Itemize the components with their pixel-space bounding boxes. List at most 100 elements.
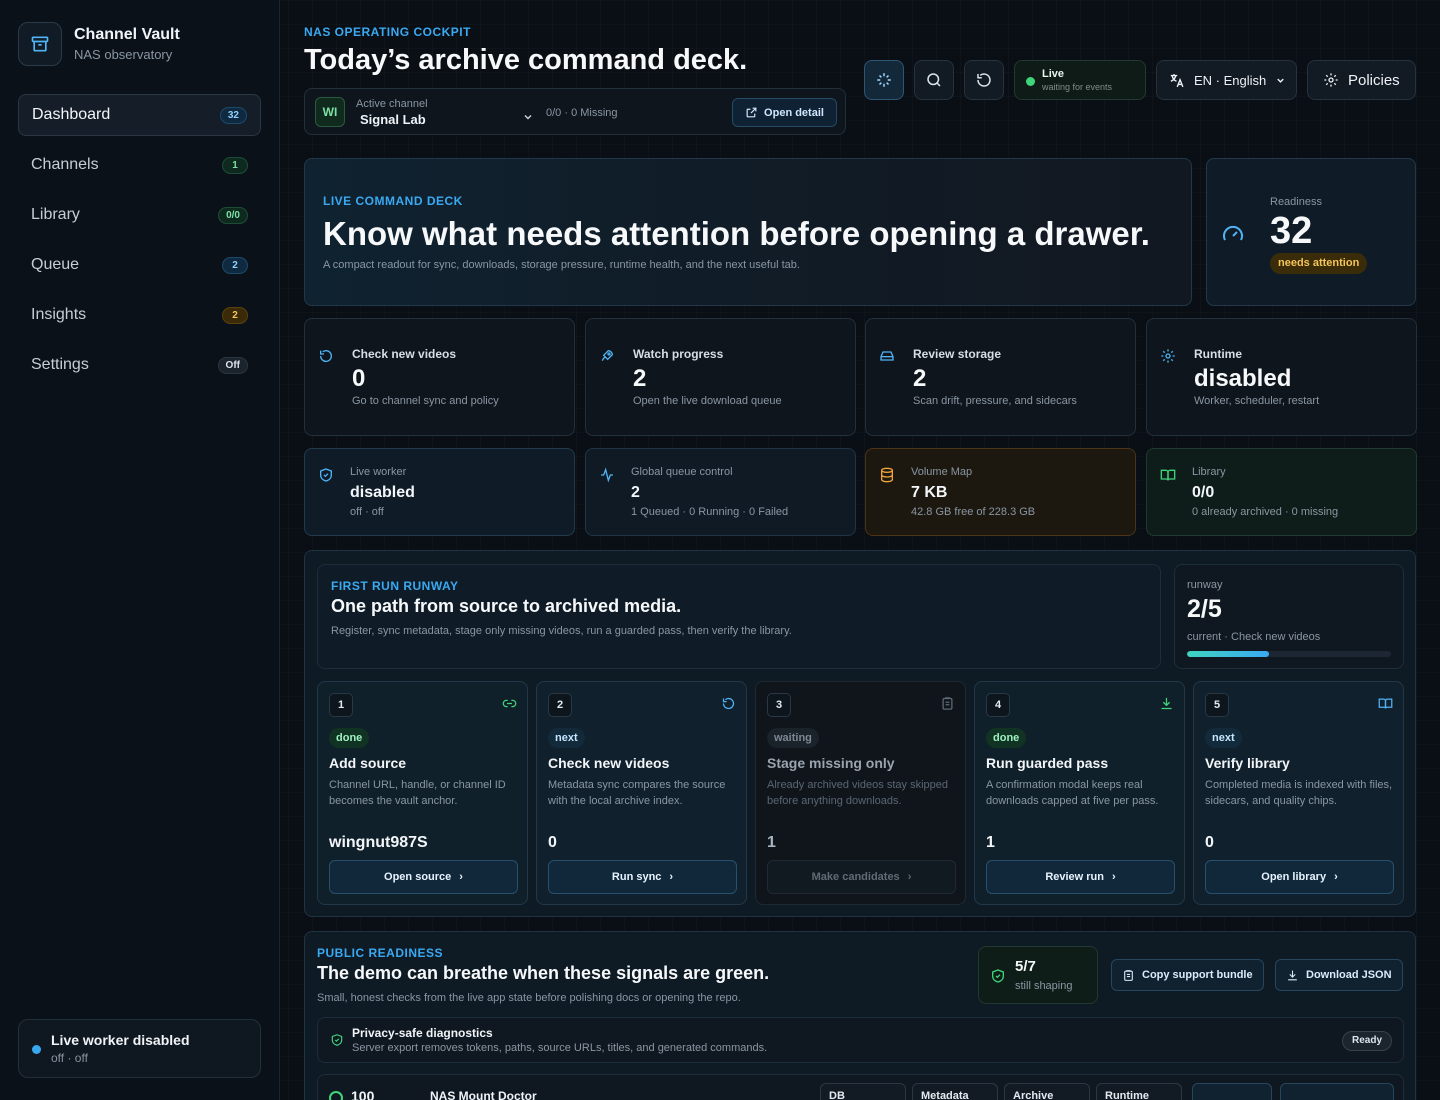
open-source-button[interactable]: Open source ›	[329, 860, 518, 894]
runway-step-check-new-videos: 2 next Check new videos Metadata sync co…	[536, 681, 747, 905]
brand: Channel Vault NAS observatory	[18, 22, 180, 66]
step-title: Verify library	[1205, 755, 1290, 771]
count-badge: 1	[222, 156, 248, 174]
doctor-action-button[interactable]	[1280, 1083, 1394, 1100]
mini-value: disabled	[350, 484, 415, 501]
step-status-badge: waiting	[767, 728, 819, 748]
step-status-badge: done	[329, 728, 370, 748]
runway-step-stage-missing: 3 waiting Stage missing only Already arc…	[755, 681, 966, 905]
chevron-right-icon: ›	[1112, 871, 1116, 883]
open-detail-button[interactable]: Open detail	[732, 98, 837, 127]
count-badge: 32	[219, 106, 247, 124]
policies-button[interactable]: Policies	[1307, 60, 1416, 100]
refresh-button[interactable]	[964, 60, 1004, 100]
channel-avatar: WI	[315, 97, 345, 127]
sidebar-item-insights[interactable]: Insights 2	[18, 294, 261, 336]
translate-icon	[1170, 73, 1184, 87]
step-value: 0	[548, 834, 557, 851]
runway-meter: runway 2/5 current · Check new videos	[1174, 564, 1404, 669]
page-title: Today’s archive command deck.	[304, 44, 748, 76]
mini-card-global-queue[interactable]: Global queue control 2 1 Queued · 0 Runn…	[585, 448, 856, 536]
sidebar-item-dashboard[interactable]: Dashboard 32	[18, 94, 261, 136]
step-status-badge: next	[1205, 728, 1242, 748]
public-subtitle: Small, honest checks from the live app s…	[317, 992, 741, 1004]
hero-subtitle: A compact readout for sync, downloads, s…	[323, 259, 800, 271]
chevron-right-icon: ›	[459, 871, 463, 883]
stat-card-review-storage[interactable]: Review storage 2 Scan drift, pressure, a…	[865, 318, 1136, 436]
rocket-icon	[599, 348, 615, 369]
hero-title: Know what needs attention before opening…	[323, 215, 1150, 252]
gear-icon	[1160, 348, 1176, 369]
sparkles-button[interactable]	[864, 60, 904, 100]
readiness-score-card: 5/7 still shaping	[978, 946, 1098, 1004]
download-json-button[interactable]: Download JSON	[1275, 959, 1403, 991]
step-number: 1	[329, 693, 353, 717]
doctor-chip: Archive	[1004, 1083, 1090, 1100]
activity-icon	[599, 467, 615, 488]
runway-step-run-guarded-pass: 4 done Run guarded pass A confirmation m…	[974, 681, 1185, 905]
stat-subtitle: Worker, scheduler, restart	[1194, 395, 1320, 407]
make-candidates-button[interactable]: Make candidates ›	[767, 860, 956, 894]
live-status: Live waiting for events	[1014, 60, 1146, 100]
public-readiness: PUBLIC READINESS The demo can breathe wh…	[304, 931, 1416, 1100]
sidebar-item-library[interactable]: Library 0/0	[18, 194, 261, 236]
open-library-button[interactable]: Open library ›	[1205, 860, 1394, 894]
doctor-action-button[interactable]	[1192, 1083, 1272, 1100]
stat-value: 2	[633, 365, 647, 392]
sidebar-item-label: Library	[31, 206, 80, 223]
download-icon	[1159, 696, 1174, 716]
sidebar-item-queue[interactable]: Queue 2	[18, 244, 261, 286]
sidebar-item-label: Insights	[31, 306, 87, 323]
stat-subtitle: Open the live download queue	[633, 395, 782, 407]
run-sync-button[interactable]: Run sync ›	[548, 860, 737, 894]
runway-meter-value: 2/5	[1187, 595, 1222, 623]
stat-value: 2	[913, 365, 927, 392]
review-run-button[interactable]: Review run ›	[986, 860, 1175, 894]
stat-title: Review storage	[913, 347, 1002, 361]
stat-card-runtime[interactable]: Runtime disabled Worker, scheduler, rest…	[1146, 318, 1417, 436]
stat-card-watch-progress[interactable]: Watch progress 2 Open the live download …	[585, 318, 856, 436]
status-dot-icon	[32, 1045, 41, 1054]
runway-eyebrow: FIRST RUN RUNWAY	[331, 579, 459, 593]
open-detail-label: Open detail	[764, 106, 824, 119]
sidebar-item-settings[interactable]: Settings Off	[18, 344, 261, 386]
runway-progress-fill	[1187, 651, 1269, 657]
live-title: Live	[1042, 68, 1065, 80]
mini-subtitle: off · off	[350, 506, 384, 518]
step-number: 5	[1205, 693, 1229, 717]
chevron-down-icon[interactable]	[522, 111, 534, 126]
stat-subtitle: Go to channel sync and policy	[352, 395, 499, 407]
sidebar-item-label: Queue	[31, 256, 80, 273]
step-description: Completed media is indexed with files, s…	[1205, 779, 1393, 807]
step-value: 0	[1205, 834, 1214, 851]
live-dot-icon	[1026, 77, 1035, 86]
worker-status-card[interactable]: Live worker disabled off · off	[18, 1019, 261, 1078]
step-description: Metadata sync compares the source with t…	[548, 779, 726, 807]
step-description: Channel URL, handle, or channel ID becom…	[329, 779, 506, 807]
status-badge: Off	[217, 356, 248, 374]
hero-eyebrow: LIVE COMMAND DECK	[323, 194, 463, 208]
button-label: Copy support bundle	[1142, 969, 1253, 981]
copy-support-bundle-button[interactable]: Copy support bundle	[1111, 959, 1264, 991]
language-select[interactable]: EN · English	[1156, 60, 1297, 100]
mini-card-live-worker[interactable]: Live worker disabled off · off	[304, 448, 575, 536]
mini-card-library[interactable]: Library 0/0 0 already archived · 0 missi…	[1146, 448, 1417, 536]
button-label: Open source	[384, 871, 452, 883]
sidebar-item-channels[interactable]: Channels 1	[18, 144, 261, 186]
mini-card-volume-map[interactable]: Volume Map 7 KB 42.8 GB free of 228.3 GB	[865, 448, 1136, 536]
doctor-chip: DB	[820, 1083, 906, 1100]
public-title: The demo can breathe when these signals …	[317, 963, 770, 983]
mini-value: 0/0	[1192, 484, 1215, 501]
doctor-chip: Metadata	[912, 1083, 998, 1100]
search-button[interactable]	[914, 60, 954, 100]
refresh-icon	[318, 348, 334, 369]
step-number: 3	[767, 693, 791, 717]
shield-check-icon	[330, 1033, 344, 1052]
channel-selector[interactable]: WI Active channel Signal Lab 0/0 · 0 Mis…	[304, 88, 846, 135]
step-status-badge: next	[548, 728, 585, 748]
clipboard-icon	[940, 696, 955, 716]
sidebar-nav: Dashboard 32 Channels 1 Library 0/0 Queu…	[18, 94, 261, 394]
stat-card-check-new-videos[interactable]: Check new videos 0 Go to channel sync an…	[304, 318, 575, 436]
stat-value: 0	[352, 365, 366, 392]
search-icon	[927, 73, 941, 87]
